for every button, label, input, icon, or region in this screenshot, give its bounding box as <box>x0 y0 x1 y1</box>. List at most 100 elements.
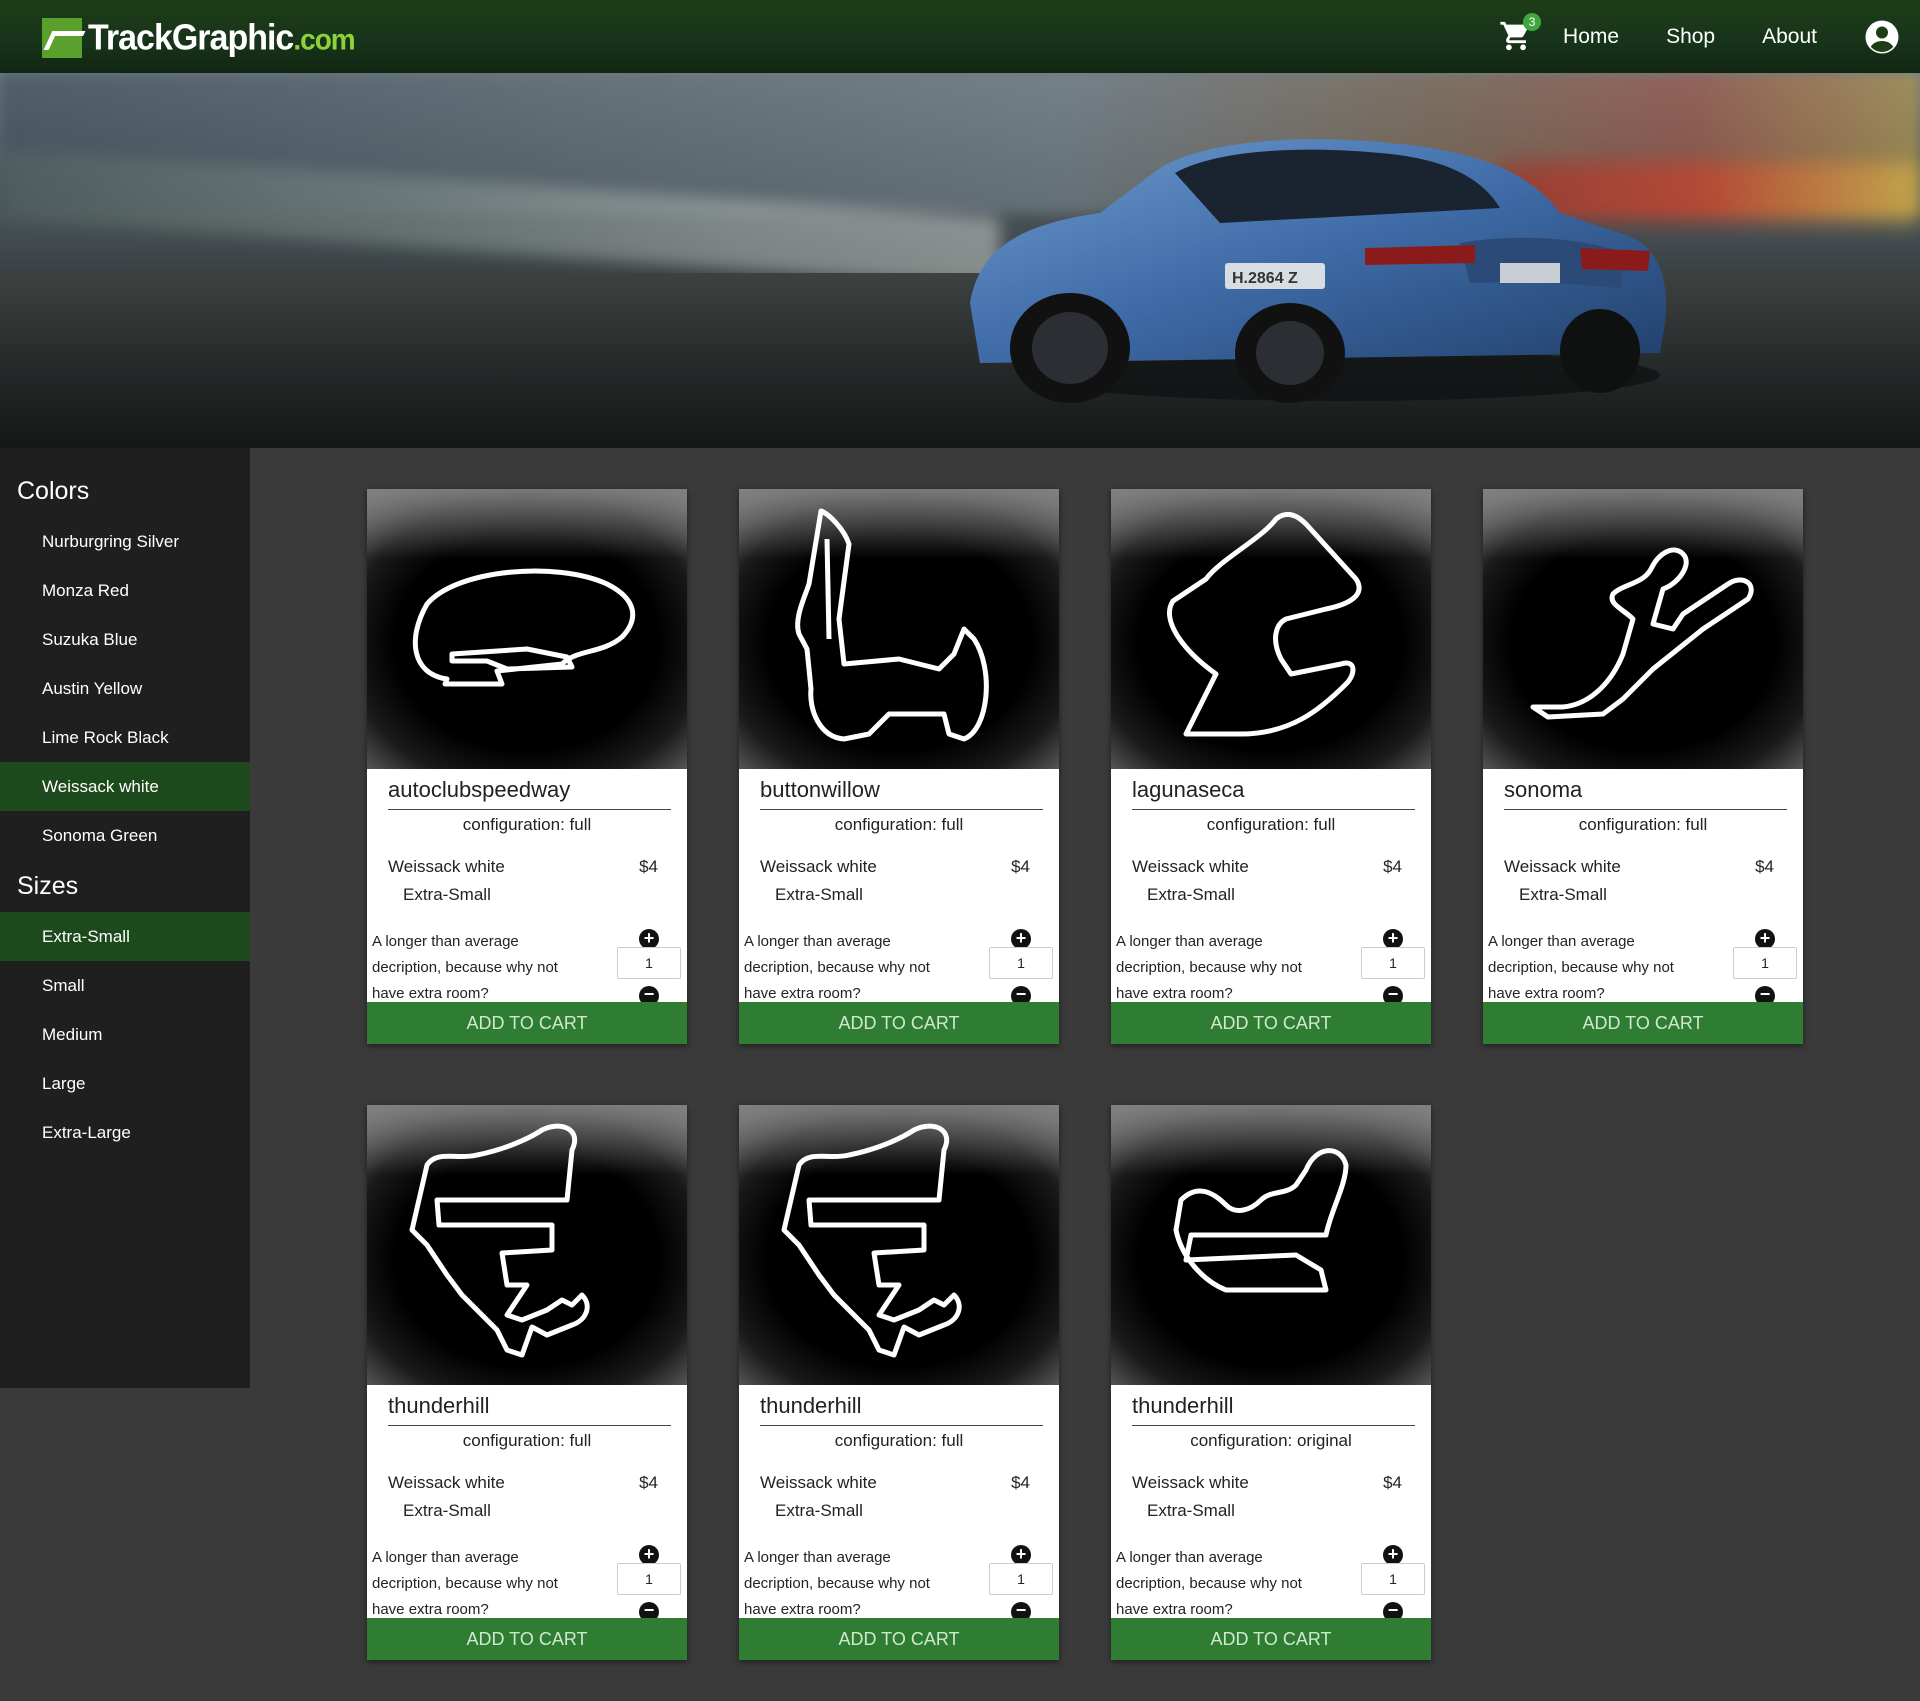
color-filter-sonoma-green[interactable]: Sonoma Green <box>0 811 250 860</box>
track-map-image[interactable] <box>1111 1105 1431 1385</box>
product-size: Extra-Small <box>403 885 491 904</box>
add-to-cart-button[interactable]: ADD TO CART <box>1111 1002 1431 1044</box>
product-size: Extra-Small <box>1147 885 1235 904</box>
track-map-image[interactable] <box>739 489 1059 769</box>
product-color: Weissack white <box>760 857 877 876</box>
size-filter-medium[interactable]: Medium <box>0 1010 250 1059</box>
size-filter-large[interactable]: Large <box>0 1059 250 1108</box>
product-price: $4 <box>1383 857 1402 876</box>
product-card: thunderhill configuration: original Weis… <box>1111 1105 1431 1660</box>
add-to-cart-button[interactable]: ADD TO CART <box>1111 1618 1431 1660</box>
quantity-input[interactable] <box>1361 947 1425 979</box>
product-color: Weissack white <box>388 857 505 876</box>
product-color: Weissack white <box>1132 1473 1249 1492</box>
site-logo[interactable]: TrackGraphic.com <box>42 17 356 59</box>
product-title: lagunaseca <box>1132 774 1415 810</box>
color-filter-lime-rock-black[interactable]: Lime Rock Black <box>0 713 250 762</box>
track-map-image[interactable] <box>1483 489 1803 769</box>
add-to-cart-button[interactable]: ADD TO CART <box>367 1618 687 1660</box>
track-map-image[interactable] <box>367 489 687 769</box>
quantity-increase-icon[interactable]: + <box>1011 1545 1031 1565</box>
top-navbar: TrackGraphic.com 3 Home Shop About <box>0 0 1920 73</box>
quantity-input[interactable] <box>989 947 1053 979</box>
color-filter-monza-red[interactable]: Monza Red <box>0 566 250 615</box>
product-configuration: configuration: original <box>1190 1431 1352 1450</box>
quantity-increase-icon[interactable]: + <box>1383 1545 1403 1565</box>
quantity-input[interactable] <box>989 1563 1053 1595</box>
hero-banner-image: H.2864 Z <box>0 73 1920 448</box>
track-map-image[interactable] <box>1111 489 1431 769</box>
product-card: thunderhill configuration: full Weissack… <box>367 1105 687 1660</box>
color-filter-weissack-white[interactable]: Weissack white <box>0 762 250 811</box>
nav-menu: 3 Home Shop About <box>1499 0 1920 73</box>
nav-about-link[interactable]: About <box>1762 25 1817 49</box>
product-card: buttonwillow configuration: full Weissac… <box>739 489 1059 1044</box>
product-card: lagunaseca configuration: full Weissack … <box>1111 489 1431 1044</box>
product-title: thunderhill <box>388 1390 671 1426</box>
size-filter-extra-large[interactable]: Extra-Large <box>0 1108 250 1157</box>
filter-sidebar: Colors Nurburgring Silver Monza Red Suzu… <box>0 448 250 1388</box>
product-configuration: configuration: full <box>1206 815 1336 834</box>
product-configuration: configuration: full <box>462 1431 592 1450</box>
product-description: A longer than average decription, becaus… <box>372 1549 558 1618</box>
product-title: thunderhill <box>760 1390 1043 1426</box>
product-description: A longer than average decription, becaus… <box>1488 933 1674 1002</box>
quantity-increase-icon[interactable]: + <box>1383 929 1403 949</box>
add-to-cart-button[interactable]: ADD TO CART <box>739 1618 1059 1660</box>
product-price: $4 <box>639 1473 658 1492</box>
add-to-cart-button[interactable]: ADD TO CART <box>1483 1002 1803 1044</box>
nav-home-link[interactable]: Home <box>1563 25 1619 49</box>
product-size: Extra-Small <box>775 885 863 904</box>
quantity-input[interactable] <box>1361 1563 1425 1595</box>
product-color: Weissack white <box>1132 857 1249 876</box>
product-card: autoclubspeedway configuration: full Wei… <box>367 489 687 1044</box>
logo-text: TrackGraphic.com <box>88 17 356 58</box>
quantity-increase-icon[interactable]: + <box>1755 929 1775 949</box>
track-map-image[interactable] <box>739 1105 1059 1385</box>
product-description: A longer than average decription, becaus… <box>744 933 930 1002</box>
add-to-cart-button[interactable]: ADD TO CART <box>739 1002 1059 1044</box>
product-price: $4 <box>1755 857 1774 876</box>
color-filter-suzuka-blue[interactable]: Suzuka Blue <box>0 615 250 664</box>
product-configuration: configuration: full <box>834 815 964 834</box>
product-price: $4 <box>1011 857 1030 876</box>
size-filter-small[interactable]: Small <box>0 961 250 1010</box>
product-title: autoclubspeedway <box>388 774 671 810</box>
product-configuration: configuration: full <box>834 1431 964 1450</box>
product-description: A longer than average decription, becaus… <box>372 933 558 1002</box>
product-color: Weissack white <box>1504 857 1621 876</box>
product-description: A longer than average decription, becaus… <box>1116 933 1302 1002</box>
cart-count-badge: 3 <box>1523 12 1542 31</box>
product-size: Extra-Small <box>775 1501 863 1520</box>
quantity-input[interactable] <box>1733 947 1797 979</box>
sizes-heading: Sizes <box>17 872 79 900</box>
hero-car-image: H.2864 Z <box>970 139 1667 403</box>
quantity-increase-icon[interactable]: + <box>639 1545 659 1565</box>
quantity-input[interactable] <box>617 947 681 979</box>
product-description: A longer than average decription, becaus… <box>1116 1549 1302 1618</box>
product-title: thunderhill <box>1132 1390 1415 1426</box>
size-filter-extra-small[interactable]: Extra-Small <box>0 912 250 961</box>
account-circle-icon[interactable] <box>1864 19 1900 55</box>
logo-mark-icon <box>42 18 82 58</box>
cart-button[interactable]: 3 <box>1499 12 1542 55</box>
product-color: Weissack white <box>760 1473 877 1492</box>
product-size: Extra-Small <box>1147 1501 1235 1520</box>
product-configuration: configuration: full <box>1578 815 1708 834</box>
quantity-input[interactable] <box>617 1563 681 1595</box>
quantity-increase-icon[interactable]: + <box>639 929 659 949</box>
add-to-cart-button[interactable]: ADD TO CART <box>367 1002 687 1044</box>
color-filter-austin-yellow[interactable]: Austin Yellow <box>0 664 250 713</box>
product-color: Weissack white <box>388 1473 505 1492</box>
nav-shop-link[interactable]: Shop <box>1666 25 1715 49</box>
svg-text:H.2864 Z: H.2864 Z <box>1232 270 1298 287</box>
quantity-increase-icon[interactable]: + <box>1011 929 1031 949</box>
product-card: sonoma configuration: full Weissack whit… <box>1483 489 1803 1044</box>
product-size: Extra-Small <box>403 1501 491 1520</box>
product-configuration: configuration: full <box>462 815 592 834</box>
track-map-image[interactable] <box>367 1105 687 1385</box>
color-filter-nurburgring-silver[interactable]: Nurburgring Silver <box>0 517 250 566</box>
product-title: buttonwillow <box>760 774 1043 810</box>
product-price: $4 <box>1011 1473 1030 1492</box>
product-price: $4 <box>1383 1473 1402 1492</box>
